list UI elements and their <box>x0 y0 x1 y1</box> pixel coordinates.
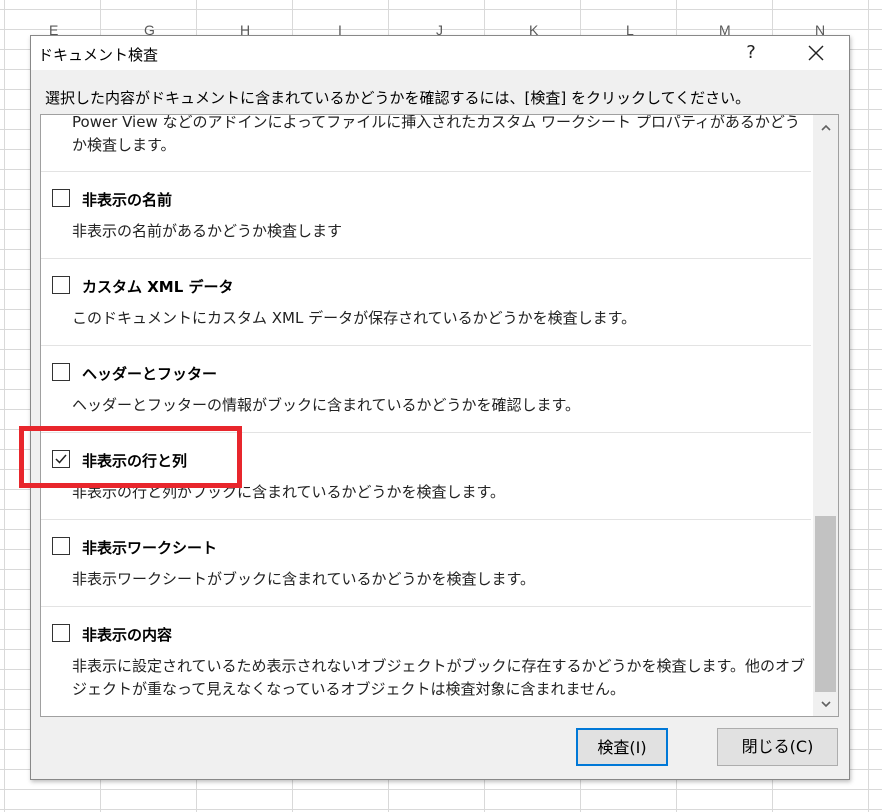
item-title: 非表示の内容 <box>82 626 173 644</box>
close-button[interactable]: 閉じる(C) <box>717 728 838 766</box>
item-description: Power View などのアドインによってファイルに挿入されたカスタム ワーク… <box>72 114 800 154</box>
hidden-names-checkbox[interactable] <box>52 189 70 207</box>
scroll-up-icon[interactable] <box>813 119 838 139</box>
hidden-content-checkbox[interactable] <box>52 624 70 642</box>
dialog-titlebar[interactable]: ドキュメント検査 ? <box>31 36 849 70</box>
header-footer-checkbox[interactable] <box>52 363 70 381</box>
instruction-text: 選択した内容がドキュメントに含まれているかどうかを確認するには、[検査] をクリ… <box>45 89 751 107</box>
list-item-custom-xml: カスタム XML データ このドキュメントにカスタム XML データが保存されて… <box>41 258 811 346</box>
scrollbar-thumb[interactable] <box>815 516 836 692</box>
item-description: 非表示ワークシートがブックに含まれているかどうかを検査します。 <box>72 570 536 588</box>
list-item-partial: Power View などのアドインによってファイルに挿入されたカスタム ワーク… <box>41 115 811 172</box>
list-item-header-footer: ヘッダーとフッター ヘッダーとフッターの情報がブックに含まれているかどうかを確認… <box>41 345 811 433</box>
item-title: カスタム XML データ <box>82 278 234 296</box>
list-item-hidden-names: 非表示の名前 非表示の名前があるかどうか検査します <box>41 171 811 259</box>
list-item-hidden-rows-columns: 非表示の行と列 非表示の行と列がブックに含まれているかどうかを検査します。 <box>41 432 811 520</box>
close-icon[interactable] <box>801 38 831 68</box>
item-description: 非表示の行と列がブックに含まれているかどうかを検査します。 <box>72 483 506 501</box>
item-title: 非表示の名前 <box>82 191 173 209</box>
dialog-title: ドキュメント検査 <box>38 46 159 64</box>
hidden-rows-columns-checkbox[interactable] <box>52 450 70 468</box>
document-inspector-dialog: ドキュメント検査 ? 選択した内容がドキュメントに含まれているかどうかを確認する… <box>30 35 850 780</box>
inspect-button[interactable]: 検査(I) <box>576 728 668 766</box>
inspection-list: Power View などのアドインによってファイルに挿入されたカスタム ワーク… <box>40 114 839 717</box>
item-description: 非表示の名前があるかどうか検査します <box>72 222 343 240</box>
item-description: 非表示に設定されているため表示されないオブジェクトがブックに存在するかどうかを検… <box>72 657 806 698</box>
hidden-worksheets-checkbox[interactable] <box>52 537 70 555</box>
item-title: ヘッダーとフッター <box>82 365 218 383</box>
inspection-list-content: Power View などのアドインによってファイルに挿入されたカスタム ワーク… <box>41 115 811 716</box>
scroll-down-icon[interactable] <box>813 695 838 715</box>
vertical-scrollbar[interactable] <box>813 115 838 716</box>
item-description: このドキュメントにカスタム XML データが保存されているかどうかを検査します。 <box>72 309 637 327</box>
checkmark-icon <box>55 454 67 464</box>
spreadsheet-column-headers: E G H I J K L M N <box>0 0 882 38</box>
help-button[interactable]: ? <box>736 38 766 68</box>
list-item-hidden-content: 非表示の内容 非表示に設定されているため表示されないオブジェクトがブックに存在す… <box>41 606 811 716</box>
item-title: 非表示の行と列 <box>82 452 188 470</box>
list-item-hidden-worksheets: 非表示ワークシート 非表示ワークシートがブックに含まれているかどうかを検査します… <box>41 519 811 607</box>
item-title: 非表示ワークシート <box>82 539 218 557</box>
custom-xml-checkbox[interactable] <box>52 276 70 294</box>
item-description: ヘッダーとフッターの情報がブックに含まれているかどうかを確認します。 <box>72 396 581 414</box>
